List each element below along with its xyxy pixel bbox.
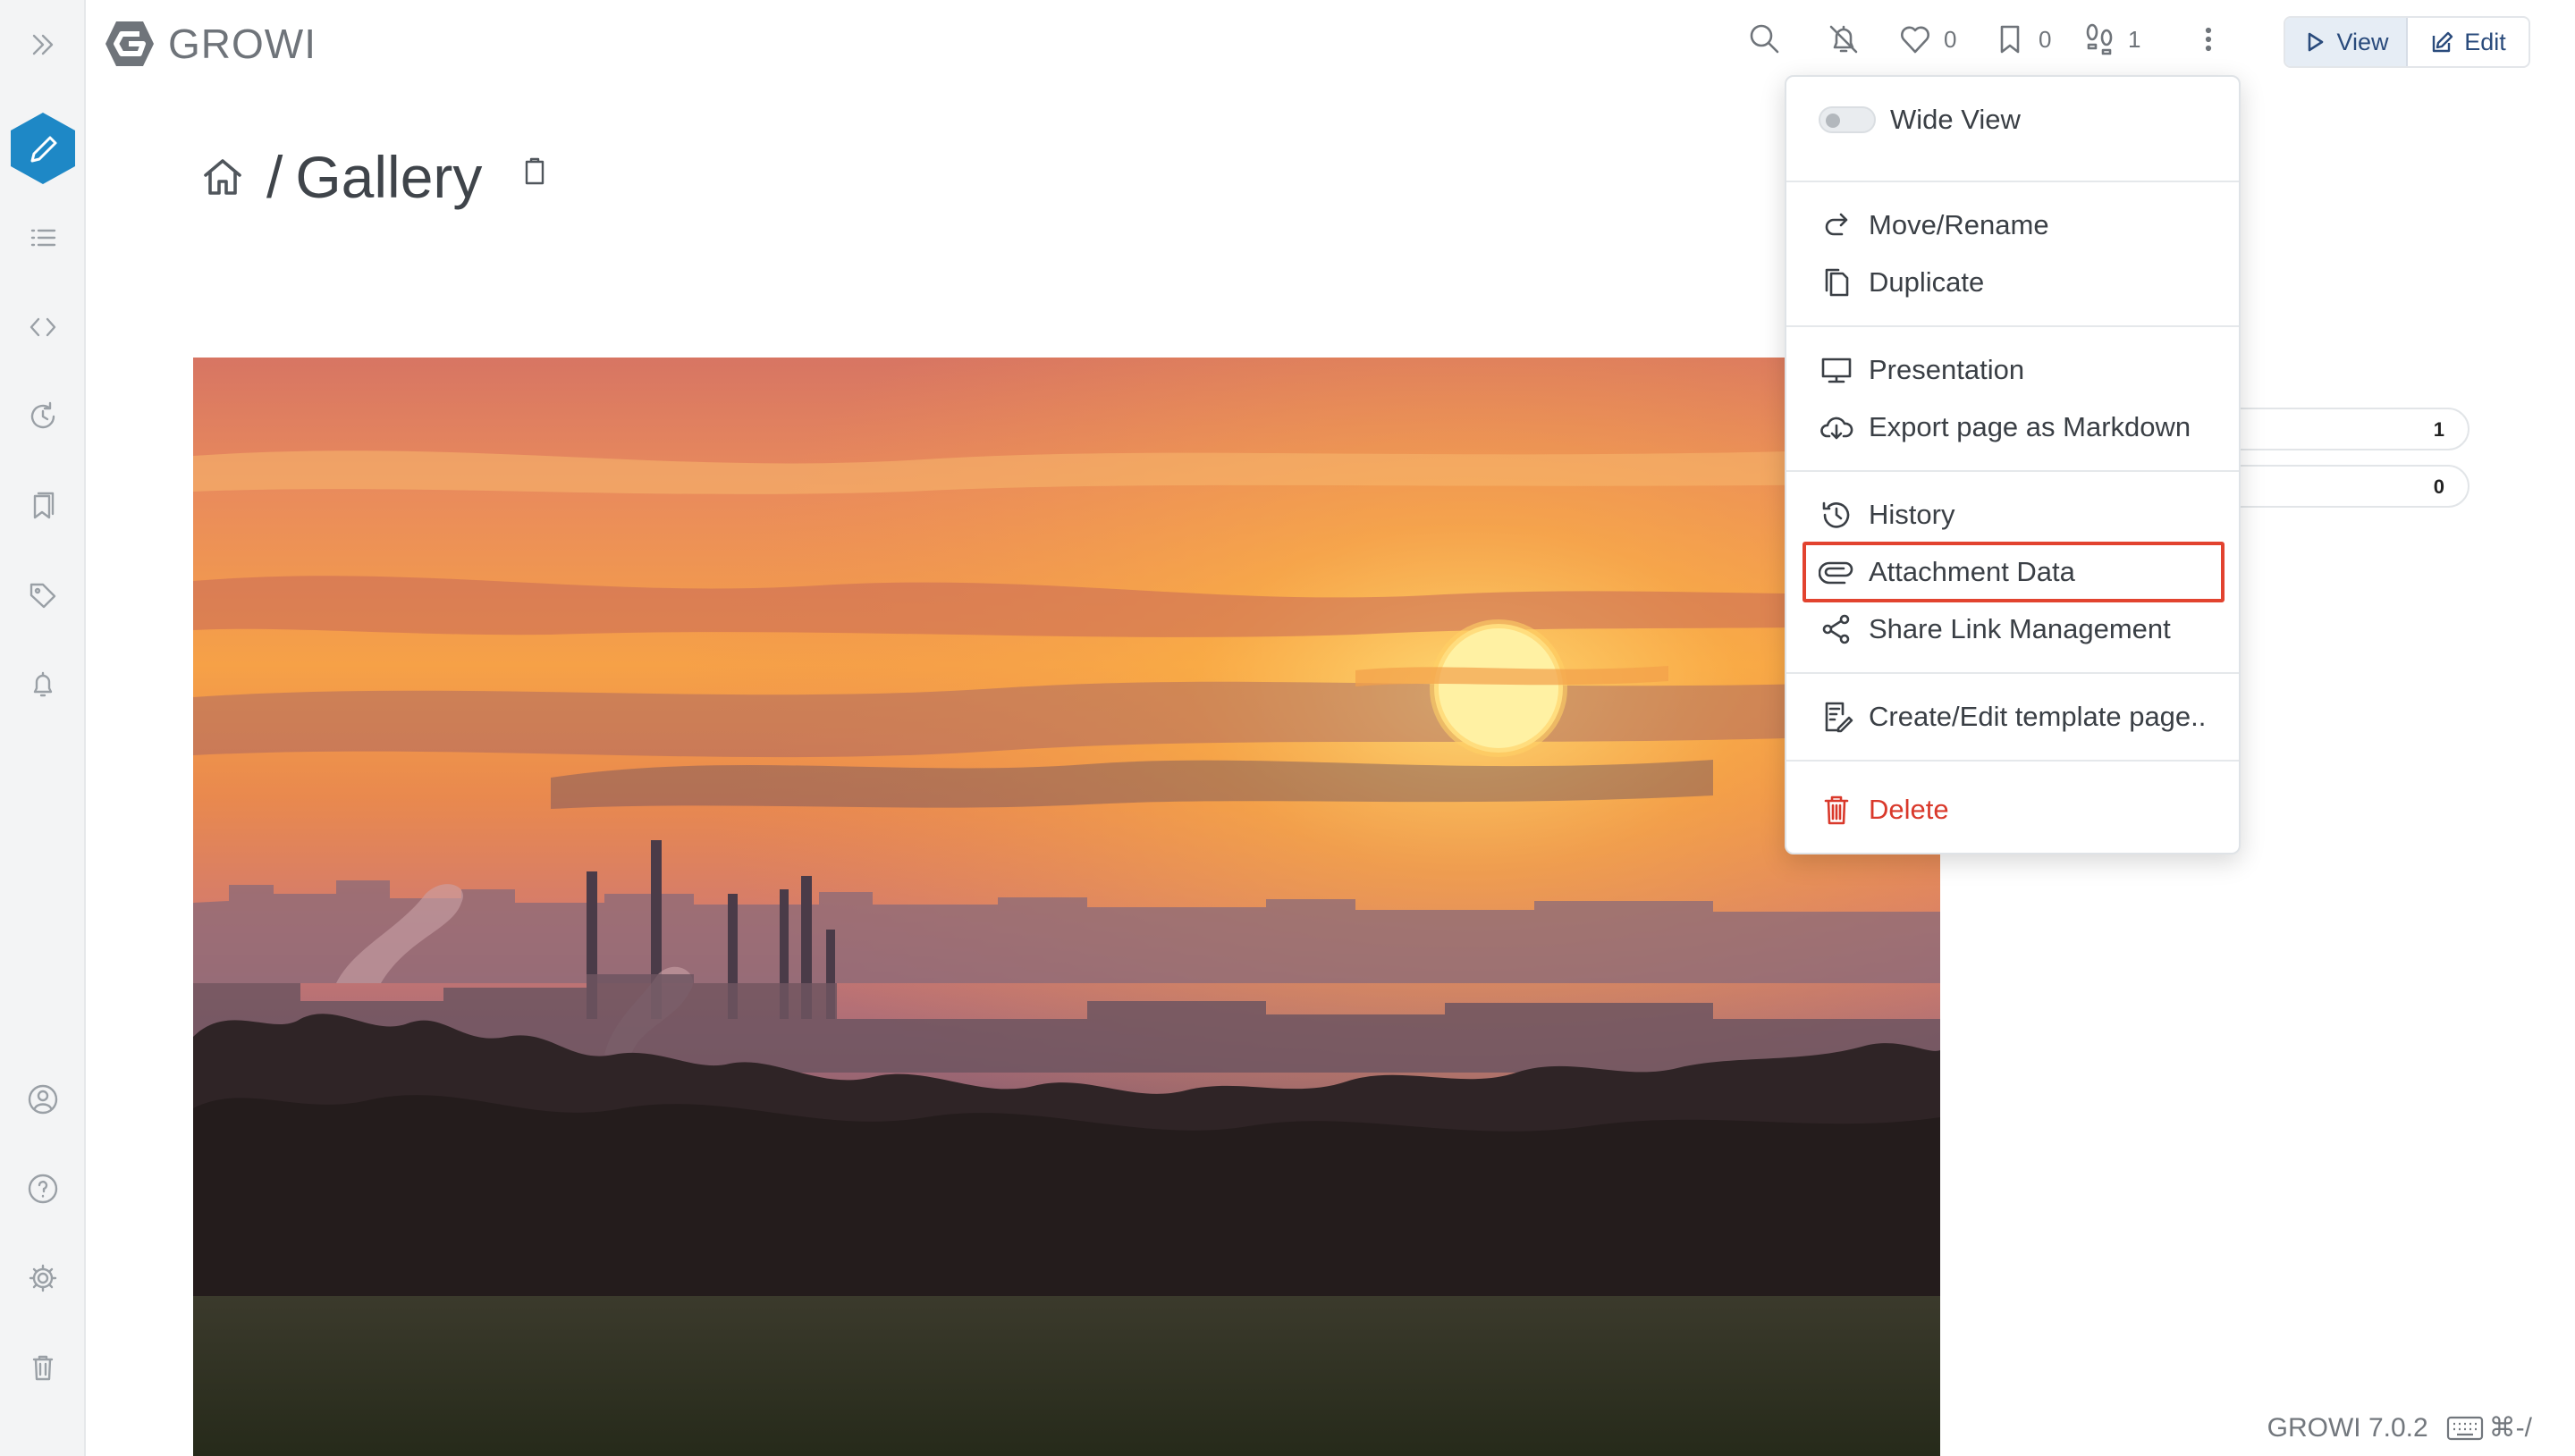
sidebar-expand-button[interactable] [0,9,86,80]
menu-item-template[interactable]: Create/Edit template page.. [1819,690,2206,744]
menu-item-presentation[interactable]: Presentation [1819,343,2024,397]
app-footer: GROWI 7.0.2 ⌘-/ [2267,1412,2532,1443]
shortcut-label: ⌘-/ [2488,1413,2532,1443]
code-brackets-icon [30,317,56,337]
seen-users-button[interactable]: 1 [2080,20,2140,59]
paperclip-icon [1819,561,1853,585]
bookmark-button[interactable]: 0 [1990,20,2051,59]
pencil-create-icon [11,113,75,184]
menu-item-delete[interactable]: Delete [1819,783,1949,837]
bookmarks-icon [33,492,55,519]
page-menu-button[interactable] [2189,20,2228,59]
view-label: View [2336,28,2389,55]
bell-icon [33,671,53,697]
menu-item-move-rename[interactable]: Move/Rename [1819,198,2049,252]
menu-item-label: Delete [1869,794,1949,825]
menu-item-export-markdown[interactable]: Export page as Markdown [1819,400,2191,454]
wide-view-label: Wide View [1890,104,2021,135]
keyboard-icon [2446,1416,2483,1440]
brand-name: GROWI [168,21,317,67]
menu-item-label: Presentation [1869,354,2025,385]
menu-item-duplicate[interactable]: Duplicate [1819,256,1984,309]
menu-item-label: Create/Edit template page.. [1869,701,2207,732]
edit-button[interactable]: Edit [2408,18,2529,66]
menu-divider [1786,181,2239,182]
user-circle-icon [28,1084,58,1115]
wide-view-toggle-item[interactable]: Wide View [1819,93,2021,147]
gear-icon [29,1264,57,1292]
page-path-header: / Gallery [198,143,550,211]
menu-item-label: History [1869,499,1955,530]
sidebar-create-page-button[interactable] [0,111,86,186]
menu-divider [1786,672,2239,674]
sidebar-item-notifications[interactable] [0,649,86,720]
side-count-1: 1 [2208,408,2469,450]
like-button[interactable]: 0 [1895,20,1956,59]
menu-item-label: Export page as Markdown [1869,411,2191,442]
page-options-menu: Wide View Move/Rename Duplicate Presenta… [1785,75,2241,854]
menu-divider [1786,325,2239,327]
sidebar-item-recent[interactable] [0,381,86,452]
menu-item-label: Move/Rename [1869,209,2049,240]
menu-item-attachment-data[interactable]: Attachment Data [1819,545,2075,599]
menu-divider [1786,470,2239,472]
wide-view-switch[interactable] [1819,106,1876,133]
shortcuts-button[interactable]: ⌘-/ [2446,1412,2532,1443]
sidebar-item-bookmarks[interactable] [0,470,86,542]
brand-logo[interactable]: GROWI [104,20,317,68]
view-edit-switch: View Edit [2284,16,2530,68]
edit-label: Edit [2464,28,2506,55]
edit-square-icon [2433,31,2453,53]
trash-icon [32,1355,54,1381]
sidebar-item-page-tree[interactable] [0,202,86,274]
view-button[interactable]: View [2285,18,2408,66]
share-icon [1822,614,1850,644]
redo-arrow-icon [1825,213,1848,236]
menu-item-label: Attachment Data [1869,556,2075,587]
search-icon [1750,24,1779,54]
home-icon[interactable] [198,153,247,201]
sidebar-item-trash[interactable] [0,1332,86,1403]
template-file-icon [1825,702,1853,733]
tag-icon [30,583,56,609]
recent-clock-icon [30,401,55,429]
search-button[interactable] [1745,20,1785,59]
bookmark-icon [2000,25,2020,54]
sidebar-item-tags[interactable] [0,560,86,631]
monitor-icon [1821,358,1852,383]
menu-item-label: Share Link Management [1869,613,2171,644]
sidebar-item-custom[interactable] [0,291,86,363]
footprints-icon [2086,23,2113,55]
play-icon [2309,32,2324,52]
cloud-download-icon [1820,417,1853,440]
growi-logo-icon [106,21,154,66]
heart-icon [1901,26,1929,54]
menu-item-label: Duplicate [1869,266,1985,298]
likes-count: 0 [1944,25,1957,53]
menu-item-history[interactable]: History [1819,488,1954,542]
side-count-2: 0 [2208,465,2469,508]
bookmarks-count: 0 [2039,25,2052,53]
bell-slash-icon [1829,25,1858,54]
copy-path-icon[interactable] [519,156,550,187]
trash-icon [1824,795,1849,825]
version-label: GROWI 7.0.2 [2267,1412,2428,1443]
seen-count: 1 [2128,25,2141,53]
more-vertical-icon [2205,27,2212,52]
menu-item-share-link[interactable]: Share Link Management [1819,602,2171,656]
sidebar-item-settings[interactable] [0,1242,86,1314]
history-icon [1822,501,1850,528]
sidebar-item-user[interactable] [0,1064,86,1135]
menu-divider [1786,760,2239,762]
sidebar [0,0,86,1456]
list-icon [30,229,56,247]
duplicate-icon [1825,268,1849,297]
path-separator: / [266,144,283,210]
help-icon [28,1174,58,1204]
subscribe-button[interactable] [1824,20,1863,59]
gallery-image [193,358,1940,1456]
page-title[interactable]: Gallery [295,143,482,211]
double-chevron-right-icon [32,34,54,55]
sidebar-item-help[interactable] [0,1153,86,1225]
